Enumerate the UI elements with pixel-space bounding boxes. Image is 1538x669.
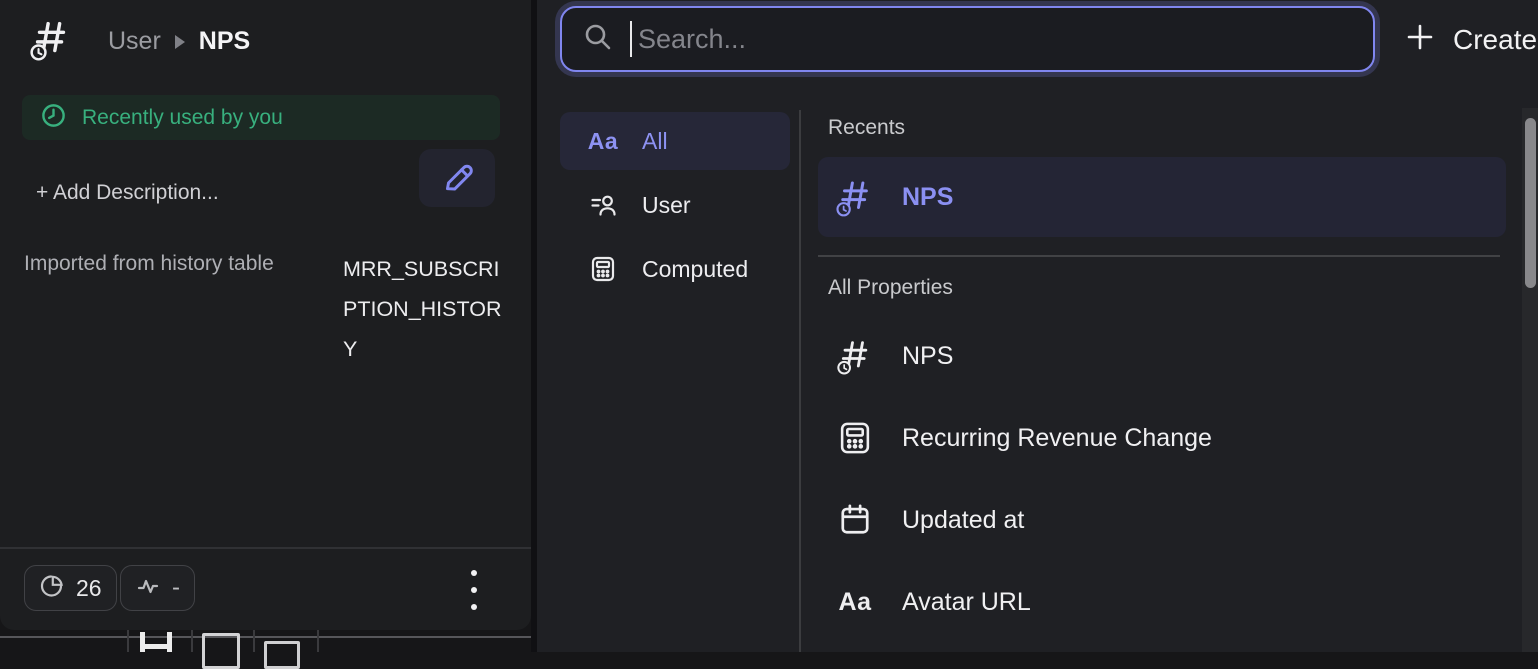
breadcrumb: User NPS [108, 27, 250, 56]
filter-label: All [642, 128, 668, 155]
filter-item-computed[interactable]: Computed [560, 240, 790, 298]
column-separator [317, 630, 319, 652]
recent-item-nps[interactable]: NPS [818, 157, 1506, 237]
background-column-icon [264, 641, 300, 669]
scrollbar-track[interactable] [1522, 108, 1538, 652]
filter-item-all[interactable]: Aa All [560, 112, 790, 170]
calendar-icon [832, 502, 878, 538]
results-section-divider [818, 255, 1500, 257]
pencil-icon [439, 158, 475, 199]
background-column-icon [202, 633, 240, 669]
column-separator [253, 630, 255, 652]
kebab-dot [471, 570, 477, 576]
filter-label: User [642, 192, 691, 219]
filter-item-user[interactable]: User [560, 176, 790, 234]
text-aa-icon: Aa [832, 588, 878, 617]
text-cursor [630, 21, 632, 57]
create-button[interactable]: Create [1405, 0, 1537, 80]
plus-icon [1405, 22, 1435, 59]
kebab-dot [471, 604, 477, 610]
record-count-value: 26 [76, 575, 102, 602]
panel-header: User NPS [28, 16, 250, 67]
kebab-dot [471, 587, 477, 593]
property-item-recurring-revenue-change[interactable]: Recurring Revenue Change [818, 400, 1506, 476]
footer-divider [0, 547, 531, 549]
add-description-button[interactable]: + Add Description... [36, 181, 219, 205]
number-history-icon [832, 336, 878, 376]
import-source-value: MRR_SUBSCRIPTION_HISTORY [343, 249, 505, 369]
chevron-right-icon [175, 35, 185, 49]
trend-value: - [172, 574, 180, 602]
search-bar[interactable] [560, 6, 1375, 72]
section-header-all-properties: All Properties [828, 276, 953, 300]
section-header-recents: Recents [828, 116, 905, 140]
column-separator [191, 630, 193, 652]
number-history-icon [28, 16, 74, 67]
filter-list: Aa All User Co [560, 112, 790, 304]
scrollbar-thumb[interactable] [1525, 118, 1536, 288]
import-source-label: Imported from history table [24, 252, 274, 276]
search-input[interactable] [638, 24, 1353, 55]
calculator-icon [586, 255, 620, 283]
record-count-button[interactable]: 26 [24, 565, 117, 611]
filter-label: Computed [642, 256, 748, 283]
background-table-line [0, 636, 531, 638]
property-item-nps[interactable]: NPS [818, 318, 1506, 394]
number-history-icon [832, 176, 878, 218]
recent-item-label: NPS [902, 183, 953, 212]
results-divider-vertical [799, 110, 801, 652]
search-icon [582, 21, 614, 58]
recently-used-badge: Recently used by you [22, 95, 500, 140]
edit-button[interactable] [419, 149, 495, 207]
breadcrumb-parent[interactable]: User [108, 27, 161, 56]
clock-icon [40, 102, 67, 134]
property-item-label: Updated at [902, 506, 1024, 535]
activity-icon [135, 573, 161, 604]
recently-used-label: Recently used by you [82, 106, 283, 130]
calculator-icon [832, 420, 878, 456]
more-options-button[interactable] [467, 566, 481, 614]
trend-button[interactable]: - [120, 565, 195, 611]
property-item-avatar-url[interactable]: Aa Avatar URL [818, 564, 1506, 640]
property-search-modal: Create Aa All User [537, 0, 1538, 652]
column-separator [127, 630, 129, 652]
property-item-label: NPS [902, 342, 953, 371]
breadcrumb-current: NPS [199, 27, 250, 56]
property-item-label: Avatar URL [902, 588, 1031, 617]
property-item-label: Recurring Revenue Change [902, 424, 1212, 453]
text-aa-icon: Aa [586, 128, 620, 155]
property-detail-panel: User NPS Recently used by you + Add Desc… [0, 0, 531, 630]
pie-chart-icon [39, 573, 65, 604]
property-item-updated-at[interactable]: Updated at [818, 482, 1506, 558]
create-button-label: Create [1453, 24, 1537, 56]
user-list-icon [586, 191, 620, 219]
